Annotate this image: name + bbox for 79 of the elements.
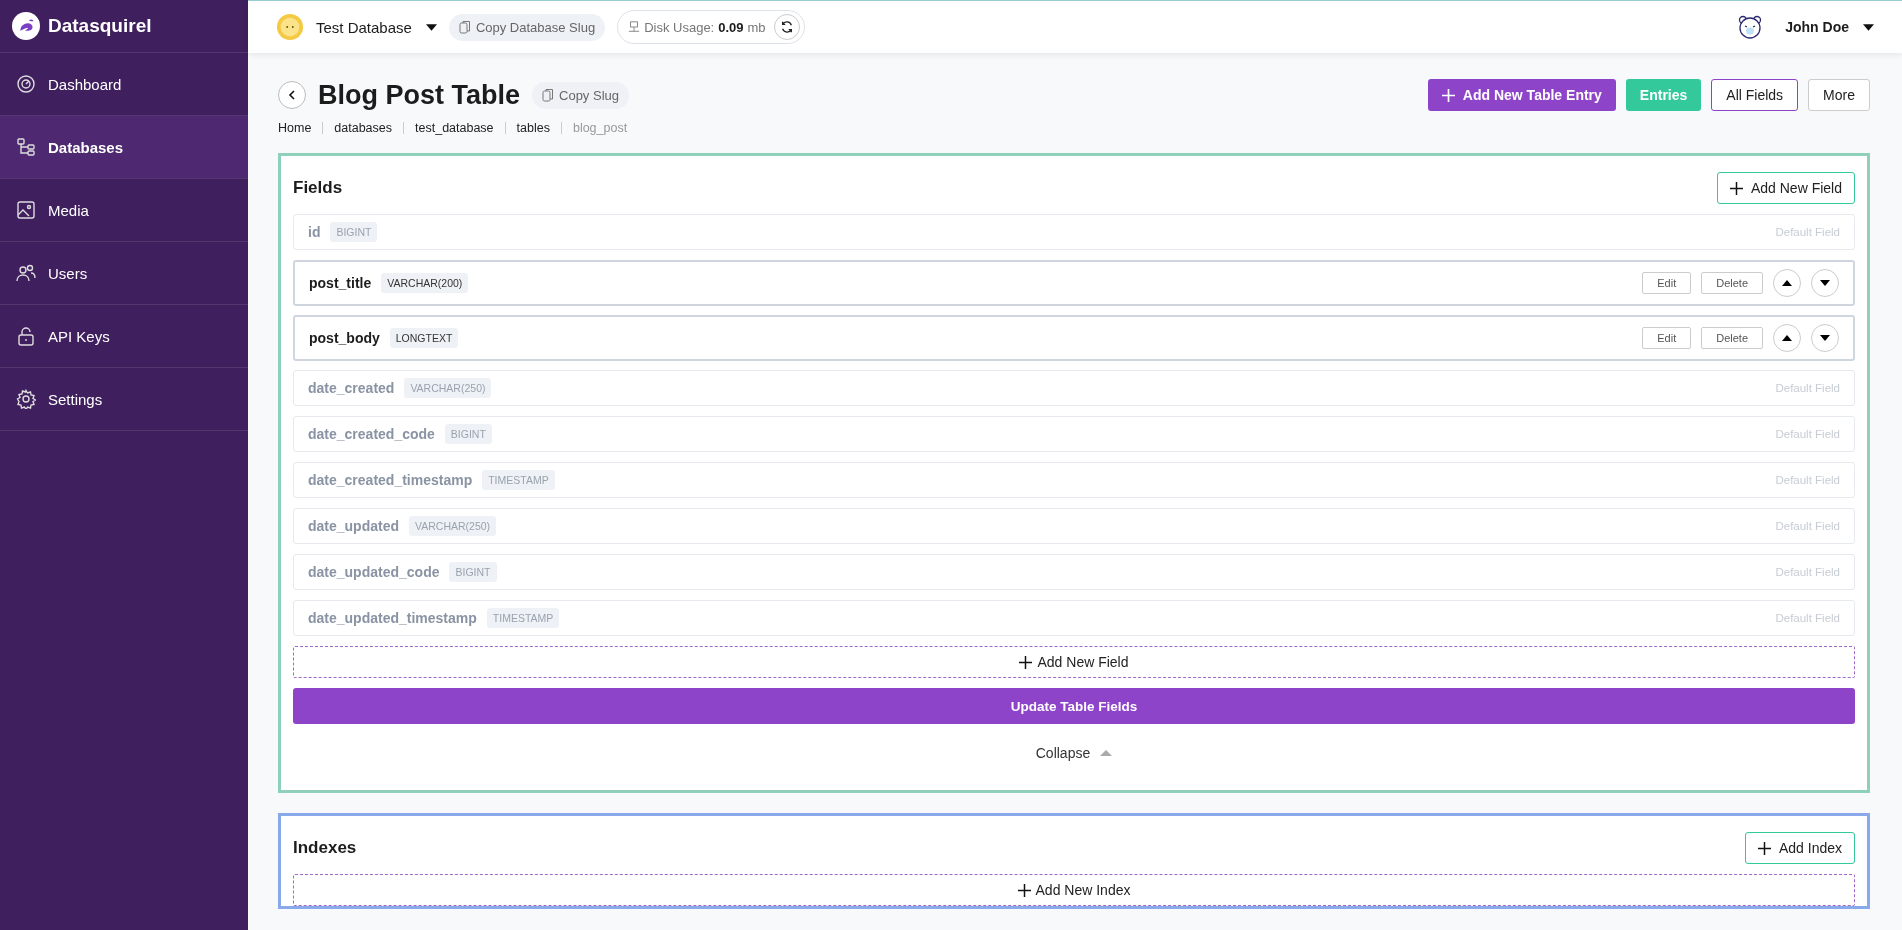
back-button[interactable]: [278, 81, 306, 109]
field-type-tag: TIMESTAMP: [482, 470, 555, 490]
breadcrumb-link[interactable]: databases: [334, 121, 393, 135]
field-type-tag: VARCHAR(200): [381, 273, 469, 293]
triangle-up-icon: [1782, 335, 1792, 341]
move-up-button[interactable]: [1773, 324, 1801, 352]
field-name: date_created_code: [308, 426, 435, 442]
update-table-fields-button[interactable]: Update Table Fields: [293, 688, 1855, 724]
triangle-down-icon: [1820, 335, 1830, 341]
users-icon: [16, 263, 36, 283]
move-down-button[interactable]: [1811, 324, 1839, 352]
copy-icon: [458, 20, 471, 34]
sun-avatar-icon: [276, 13, 304, 41]
sidebar-item[interactable]: Databases: [0, 116, 248, 179]
gauge-icon: [16, 74, 36, 94]
breadcrumb-link[interactable]: Home: [278, 121, 312, 135]
refresh-button[interactable]: [773, 14, 800, 40]
brand-name: Datasquirel: [48, 15, 152, 37]
database-selector[interactable]: Test Database: [316, 18, 437, 36]
user-menu[interactable]: John Doe: [1785, 19, 1874, 35]
edit-button[interactable]: Edit: [1642, 327, 1692, 349]
copy-icon: [542, 88, 554, 102]
card-title: Fields: [293, 178, 343, 198]
network-icon: [628, 20, 641, 34]
field-name: date_updated: [308, 518, 399, 534]
add-new-index-row[interactable]: Add New Index: [293, 874, 1855, 906]
page-title: Blog Post Table: [318, 79, 520, 111]
plus-icon: [1441, 88, 1455, 102]
disk-usage-label: Disk Usage:: [644, 19, 715, 35]
card-title: Indexes: [293, 838, 357, 858]
copy-database-slug-button[interactable]: Copy Database Slug: [448, 13, 606, 41]
triangle-up-icon: [1782, 280, 1792, 286]
bear-avatar-icon: [1737, 14, 1764, 40]
field-name: post_body: [309, 330, 380, 346]
delete-button[interactable]: Delete: [1701, 327, 1763, 349]
field-type-tag: BIGINT: [330, 222, 378, 242]
plus-icon: [1729, 181, 1743, 195]
add-new-field-row[interactable]: Add New Field: [293, 646, 1855, 678]
more-button[interactable]: More: [1808, 79, 1870, 111]
field-name: id: [308, 224, 321, 240]
plus-icon: [1757, 841, 1771, 855]
field-name: date_updated_code: [308, 564, 440, 580]
edit-button[interactable]: Edit: [1642, 272, 1692, 294]
all-fields-button[interactable]: All Fields: [1711, 79, 1799, 111]
move-up-button[interactable]: [1773, 269, 1801, 297]
disk-usage-unit: mb: [747, 19, 766, 35]
delete-button[interactable]: Delete: [1701, 272, 1763, 294]
image-icon: [16, 200, 36, 220]
field-name: date_created: [308, 380, 395, 396]
settings-icon: [16, 389, 36, 409]
add-index-button[interactable]: Add Index: [1744, 832, 1855, 864]
add-field-button[interactable]: Add New Field: [1716, 172, 1855, 204]
breadcrumb-link[interactable]: test_database: [415, 121, 494, 135]
hierarchy-icon: [16, 137, 36, 157]
field-name: date_created_timestamp: [308, 472, 473, 488]
field-type-tag: LONGTEXT: [389, 328, 459, 348]
triangle-up-icon: [1100, 750, 1113, 756]
collapse-button[interactable]: Collapse: [1029, 744, 1119, 762]
field-name: post_title: [309, 275, 372, 291]
breadcrumb-link[interactable]: tables: [516, 121, 550, 135]
disk-usage-value: 0.09: [718, 19, 744, 35]
field-name: date_updated_timestamp: [308, 610, 477, 626]
add-entry-button[interactable]: Add New Table Entry: [1427, 79, 1616, 111]
move-down-button[interactable]: [1811, 269, 1839, 297]
lock-icon: [16, 326, 36, 346]
caret-icon: [1863, 23, 1874, 31]
field-type-tag: TIMESTAMP: [486, 608, 560, 628]
plus-icon: [1019, 655, 1033, 669]
refresh-icon: [779, 20, 794, 34]
copy-slug-button[interactable]: Copy Slug: [532, 81, 629, 109]
field-type-tag: BIGINT: [444, 424, 492, 444]
chevron-left-icon: [287, 90, 297, 100]
triangle-down-icon: [1820, 280, 1830, 286]
caret-icon: [425, 23, 437, 31]
field-type-tag: VARCHAR(250): [404, 378, 492, 398]
field-type-tag: VARCHAR(250): [409, 516, 497, 536]
plus-icon: [1017, 883, 1031, 897]
field-type-tag: BIGINT: [449, 562, 497, 582]
squirrel-logo-icon: [12, 12, 40, 40]
